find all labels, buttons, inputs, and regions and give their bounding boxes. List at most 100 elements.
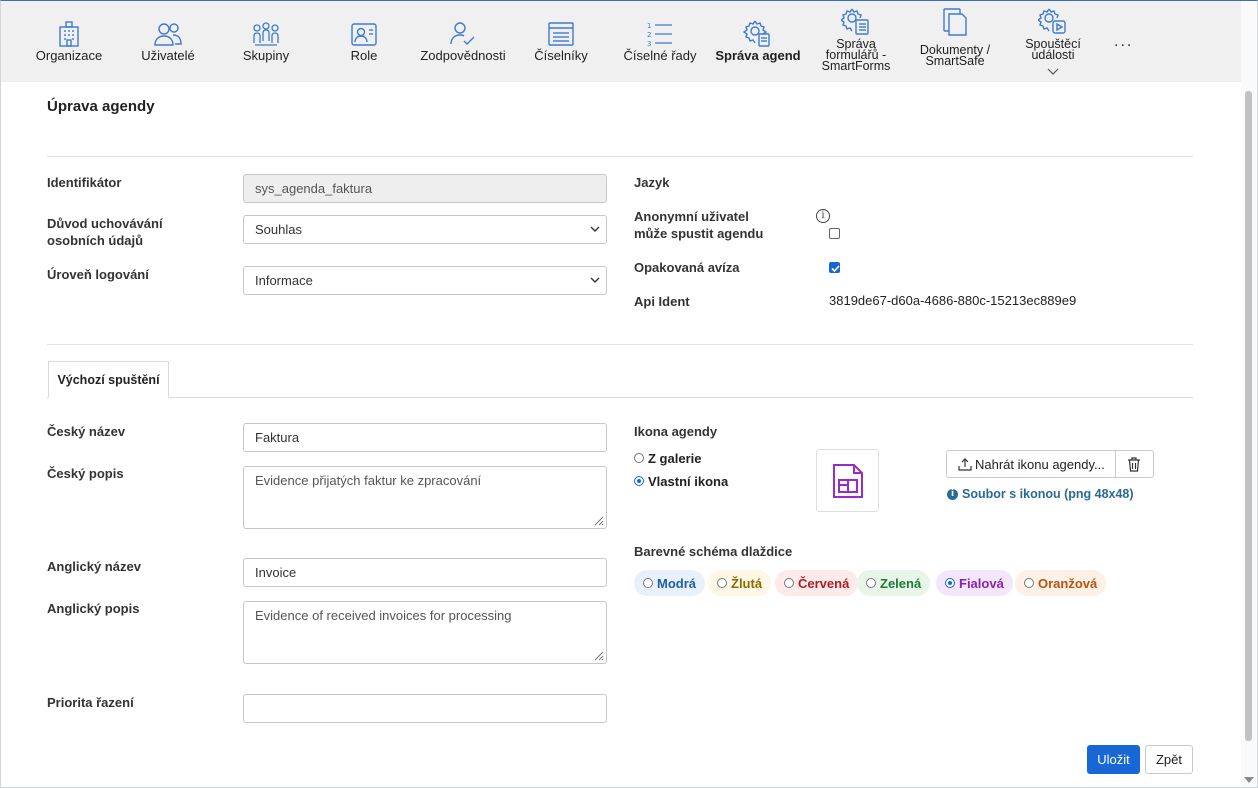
cz-desc-label: Český popis [47, 466, 124, 481]
language-label: Jazyk [634, 175, 670, 190]
svg-text:3: 3 [647, 40, 651, 48]
cz-desc-textarea[interactable]: Evidence přijatých faktur ke zpracování [243, 466, 607, 529]
scheme-option-1[interactable]: Žlutá [708, 570, 772, 596]
user-check-icon [450, 22, 475, 45]
en-name-input[interactable]: Invoice [243, 558, 607, 587]
anonymous-checkbox[interactable] [829, 228, 840, 239]
priority-input[interactable] [243, 694, 607, 723]
scheme-option-label: Zelená [880, 575, 922, 591]
documents-icon [943, 8, 967, 36]
icon-upload-group: Nahrát ikonu agendy... [946, 450, 1154, 478]
scheme-option-label: Modrá [657, 575, 696, 591]
en-desc-label: Anglický popis [47, 601, 140, 616]
groups-icon [253, 22, 279, 46]
cz-desc-value: Evidence přijatých faktur ke zpracování [255, 473, 482, 488]
cz-name-input[interactable]: Faktura [243, 423, 607, 452]
numbered-list-icon: 123 [647, 22, 672, 48]
scrollbar-thumb[interactable] [1245, 91, 1252, 741]
gear-document-icon [743, 20, 770, 47]
anonymous-label: Anonymní uživatel může spustit agendu [634, 209, 764, 241]
en-desc-textarea[interactable]: Evidence of received invoices for proces… [243, 601, 607, 664]
agenda-icon-preview [816, 449, 879, 512]
scheme-option-label: Oranžová [1038, 575, 1098, 591]
en-name-label: Anglický název [47, 559, 141, 574]
toolbar-label: Spouštěcí události [1025, 37, 1081, 62]
tab-strip-line [47, 397, 1193, 398]
vertical-scrollbar[interactable] [1241, 1, 1257, 787]
scheme-radio[interactable] [643, 578, 653, 588]
scheme-radio[interactable] [717, 578, 727, 588]
toolbar-label: Správa formulářů - SmartForms [821, 37, 891, 73]
logging-label: Úroveň logování [47, 267, 149, 282]
divider [47, 344, 1193, 345]
users-icon [154, 23, 182, 46]
icon-label: Ikona agendy [634, 424, 718, 439]
logging-select[interactable]: Informace [243, 266, 607, 295]
gear-form-icon [841, 8, 869, 35]
chevron-down-icon [590, 226, 600, 232]
building-icon [59, 21, 79, 47]
scheme-option-4[interactable]: Fialová [936, 570, 1013, 596]
identifier-field: sys_agenda_faktura [243, 174, 607, 203]
check-icon [831, 265, 840, 273]
retention-value: Souhlas [255, 222, 302, 237]
identifier-label: Identifikátor [47, 175, 122, 190]
more-menu-button[interactable]: ... [1114, 33, 1133, 51]
cz-name-label: Český název [47, 424, 126, 439]
logging-value: Informace [255, 273, 313, 288]
scheme-option-label: Fialová [959, 575, 1004, 591]
api-ident-value: 3819de67-d60a-4686-880c-15213ec889e9 [829, 293, 1077, 308]
trash-icon [1128, 456, 1141, 472]
icon-file-hint-text: Soubor s ikonou (png 48x48) [962, 487, 1134, 501]
scheme-radio[interactable] [866, 578, 876, 588]
svg-text:1: 1 [647, 22, 651, 30]
back-button[interactable]: Zpět [1145, 745, 1193, 774]
window-frame [0, 0, 1258, 788]
en-desc-value: Evidence of received invoices for proces… [255, 608, 512, 623]
delete-icon-button[interactable] [1116, 451, 1153, 477]
scheme-option-2[interactable]: Červená [775, 570, 859, 596]
upload-icon-button[interactable]: Nahrát ikonu agendy... [947, 451, 1116, 477]
scheme-radio[interactable] [784, 578, 794, 588]
gear-play-icon [1038, 8, 1066, 34]
radio-gallery-label[interactable]: Z galerie [648, 451, 701, 466]
repeat-label: Opakovaná avíza [634, 260, 740, 275]
page-title: Úprava agendy [47, 98, 155, 115]
icon-file-hint: i Soubor s ikonou (png 48x48) [947, 487, 1134, 501]
resize-grip-icon[interactable] [593, 650, 604, 661]
chevron-down-icon[interactable] [1047, 68, 1059, 76]
resize-grip-icon[interactable] [593, 515, 604, 526]
radio-custom-label[interactable]: Vlastní ikona [648, 474, 728, 489]
priority-label: Priorita řazení [47, 695, 134, 710]
toolbar-label: Správa agend [715, 48, 801, 63]
scroll-down-arrow-icon[interactable] [1244, 777, 1254, 783]
retention-select[interactable]: Souhlas [243, 215, 607, 244]
radio-custom[interactable] [634, 476, 644, 486]
retention-label: Důvod uchovávání osobních údajů [47, 216, 163, 248]
divider [47, 156, 1193, 157]
upload-icon-label: Nahrát ikonu agendy... [975, 456, 1105, 472]
scheme-label: Barevné schéma dlaždice [634, 544, 793, 559]
tab-vychozi-spusteni[interactable]: Výchozí spuštění [48, 361, 169, 398]
toolbar-label: Dokumenty / SmartSafe [919, 43, 991, 68]
upload-icon [958, 458, 972, 471]
scheme-option-5[interactable]: Oranžová [1015, 570, 1107, 596]
scheme-option-label: Červená [798, 575, 850, 591]
radio-gallery[interactable] [634, 453, 644, 463]
role-card-icon [351, 23, 377, 46]
scheme-radio[interactable] [1024, 578, 1034, 588]
save-button[interactable]: Uložit [1087, 745, 1140, 774]
info-icon[interactable]: i [816, 209, 830, 223]
list-window-icon [548, 22, 574, 46]
scheme-option-3[interactable]: Zelená [857, 570, 931, 596]
scheme-option-label: Žlutá [731, 575, 763, 591]
top-toolbar: Organizace Uživatelé Skupiny Role Zodpov… [1, 1, 1241, 82]
scheme-option-0[interactable]: Modrá [634, 570, 705, 596]
scheme-radio[interactable] [945, 578, 955, 588]
svg-text:2: 2 [647, 31, 651, 39]
info-circle-icon: i [947, 488, 958, 500]
repeat-checkbox[interactable] [829, 262, 840, 273]
chevron-down-icon [590, 277, 600, 283]
api-ident-label: Api Ident [634, 294, 690, 309]
form-document-icon [833, 464, 863, 498]
